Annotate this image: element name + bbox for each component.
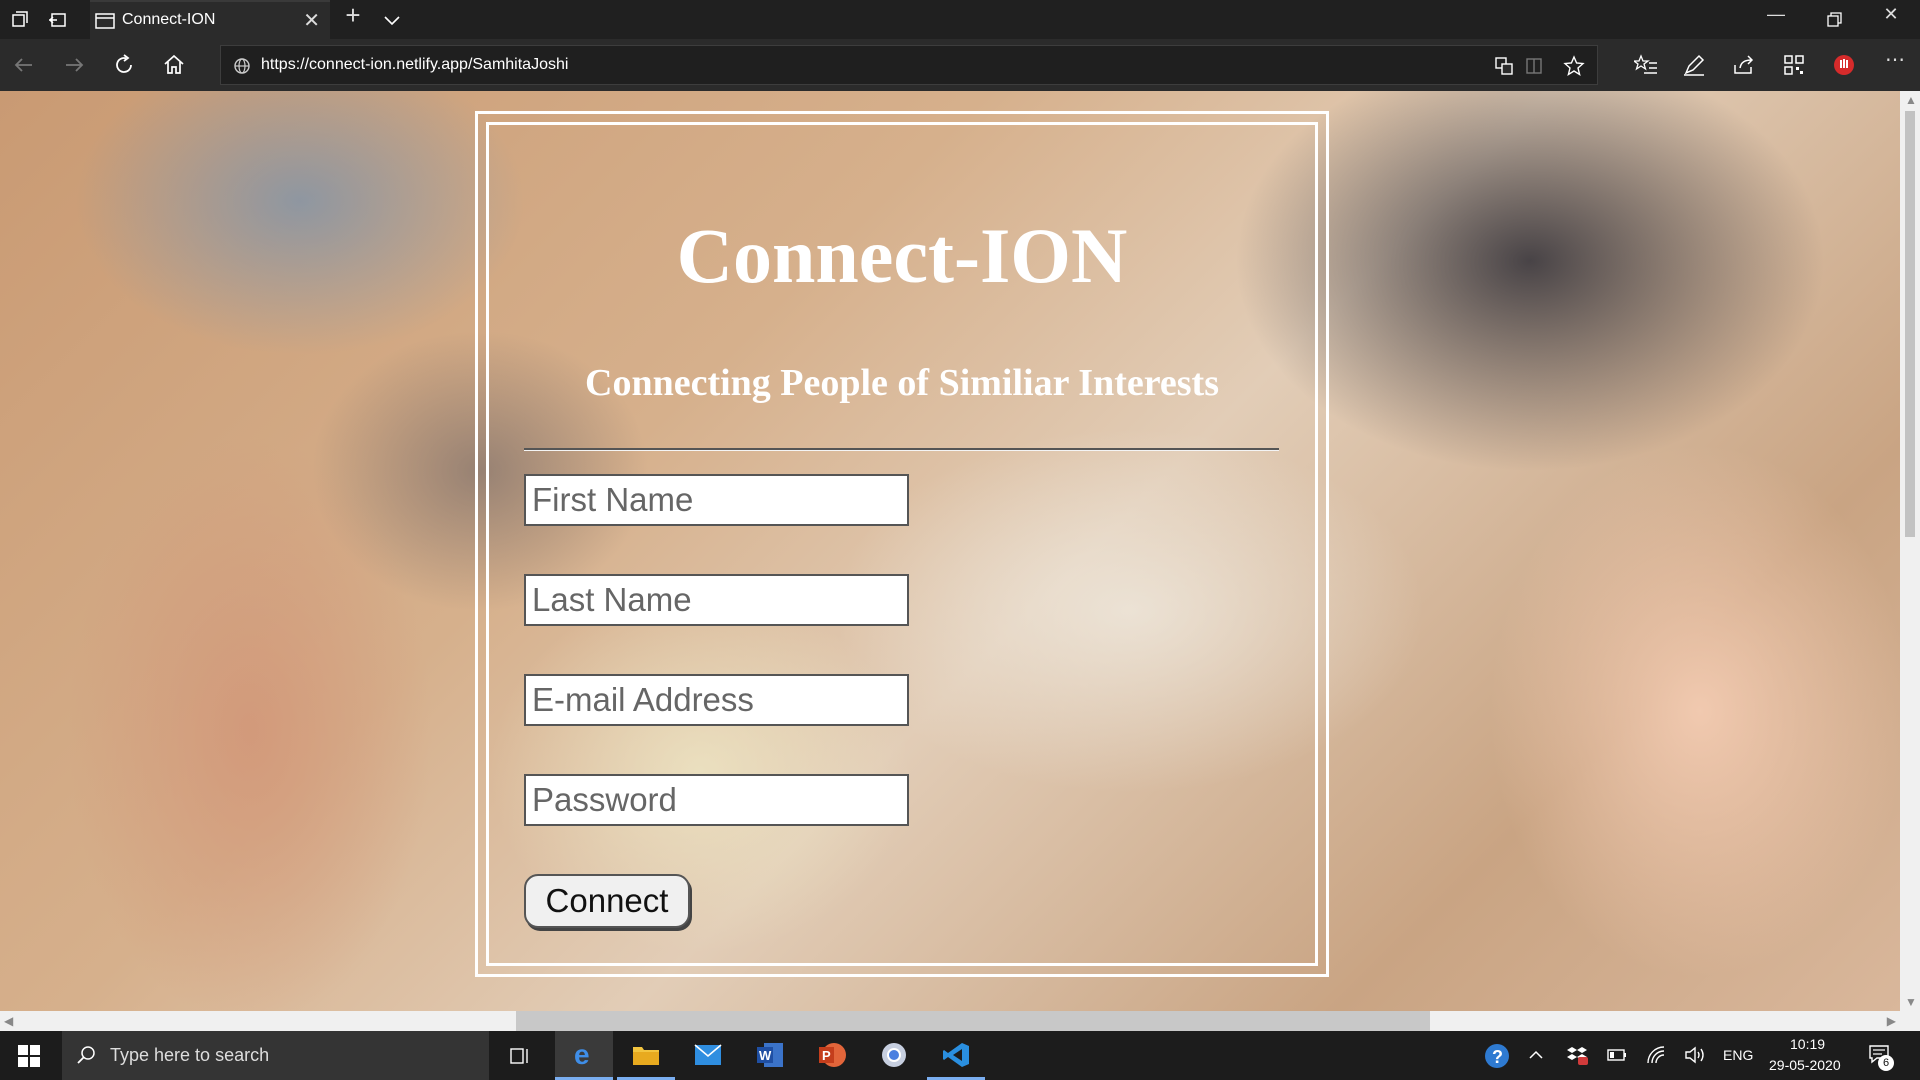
email-field[interactable]	[524, 674, 909, 726]
battery-icon[interactable]	[1606, 1046, 1628, 1064]
close-window-icon[interactable]: ✕	[1868, 4, 1914, 25]
address-bar[interactable]: https://connect-ion.netlify.app/SamhitaJ…	[220, 45, 1598, 85]
chevron-down-icon[interactable]	[382, 10, 402, 30]
show-hidden-icons-chevron-icon[interactable]	[1528, 1047, 1544, 1063]
help-icon[interactable]: ?	[1484, 1043, 1510, 1069]
set-tabs-aside-icon[interactable]	[48, 10, 68, 30]
tab-title: Connect-ION	[122, 11, 216, 28]
task-view-icon[interactable]	[491, 1031, 549, 1080]
favorites-list-icon[interactable]	[1634, 53, 1658, 77]
last-name-field[interactable]	[524, 574, 909, 626]
back-arrow-icon[interactable]	[12, 53, 36, 77]
clock-date[interactable]: 29-05-2020	[1769, 1057, 1841, 1073]
globe-icon[interactable]	[231, 55, 253, 77]
page-title: Connect-ION	[676, 212, 1128, 299]
powerpoint-app-icon[interactable]: P	[803, 1031, 861, 1080]
search-icon	[77, 1046, 95, 1064]
page-subtitle: Connecting People of Similiar Interests	[585, 362, 1219, 404]
clock-time[interactable]: 10:19	[1790, 1036, 1825, 1052]
favorite-star-icon[interactable]	[1563, 55, 1585, 77]
language-indicator[interactable]: ENG	[1723, 1047, 1753, 1063]
windows-taskbar: Type here to search e W P ? ENG 10:19 29…	[0, 1031, 1920, 1080]
page-icon	[95, 13, 115, 29]
browser-title-bar: Connect-ION ✕ + — ✕	[0, 0, 1920, 39]
page-viewport: Connect-ION Connecting People of Similia…	[0, 91, 1900, 1011]
connect-button[interactable]: Connect	[524, 874, 690, 928]
home-icon[interactable]	[162, 53, 186, 77]
forward-arrow-icon[interactable]	[62, 53, 86, 77]
reading-view-icon[interactable]	[1523, 55, 1545, 77]
scroll-left-icon[interactable]: ◀	[4, 1014, 13, 1028]
scroll-up-icon[interactable]: ▲	[1905, 93, 1917, 107]
vscode-app-icon[interactable]	[927, 1031, 985, 1080]
vertical-scrollbar[interactable]: ▲ ▼	[1900, 91, 1920, 1011]
scroll-down-icon[interactable]: ▼	[1905, 995, 1917, 1009]
notification-count-badge: 6	[1878, 1055, 1894, 1071]
minimize-icon[interactable]: —	[1753, 4, 1799, 25]
tab-actions-icon[interactable]	[10, 10, 30, 30]
wifi-icon[interactable]	[1646, 1045, 1666, 1065]
windows-start-icon[interactable]	[18, 1045, 40, 1067]
extension-qr-icon[interactable]	[1782, 53, 1806, 77]
close-tab-icon[interactable]: ✕	[303, 8, 320, 33]
scrollbar-corner	[1900, 1011, 1920, 1031]
horizontal-scrollbar[interactable]: ◀ ▶	[0, 1011, 1900, 1031]
restore-icon[interactable]	[1824, 10, 1844, 30]
browser-toolbar: https://connect-ion.netlify.app/SamhitaJ…	[0, 39, 1920, 91]
more-options-icon[interactable]: ⋯	[1872, 47, 1918, 72]
password-field[interactable]	[524, 774, 909, 826]
svg-text:e: e	[574, 1041, 590, 1067]
adblock-icon[interactable]	[1832, 53, 1856, 77]
svg-text:?: ?	[1492, 1047, 1503, 1067]
search-placeholder: Type here to search	[110, 1045, 270, 1065]
translate-icon[interactable]	[1493, 55, 1515, 77]
svg-text:P: P	[822, 1048, 831, 1063]
vertical-scroll-thumb[interactable]	[1905, 111, 1915, 537]
scroll-right-icon[interactable]: ▶	[1887, 1014, 1896, 1028]
edge-app-icon[interactable]: e	[555, 1031, 613, 1080]
file-explorer-icon[interactable]	[617, 1031, 675, 1080]
horizontal-scroll-thumb[interactable]	[516, 1011, 1430, 1031]
svg-text:W: W	[759, 1048, 772, 1063]
dropbox-tray-icon[interactable]	[1566, 1044, 1588, 1066]
refresh-icon[interactable]	[112, 53, 136, 77]
chrome-app-icon[interactable]	[865, 1031, 923, 1080]
first-name-field[interactable]	[524, 474, 909, 526]
new-tab-icon[interactable]: +	[330, 0, 376, 31]
share-icon[interactable]	[1732, 53, 1756, 77]
volume-icon[interactable]	[1684, 1045, 1706, 1065]
taskbar-search-box[interactable]: Type here to search	[62, 1031, 489, 1080]
pen-icon[interactable]	[1682, 53, 1706, 77]
url-text: https://connect-ion.netlify.app/SamhitaJ…	[261, 56, 569, 73]
mail-app-icon[interactable]	[679, 1031, 737, 1080]
divider	[524, 448, 1279, 451]
word-app-icon[interactable]: W	[741, 1031, 799, 1080]
tab-connect-ion[interactable]: Connect-ION ✕	[90, 0, 330, 39]
